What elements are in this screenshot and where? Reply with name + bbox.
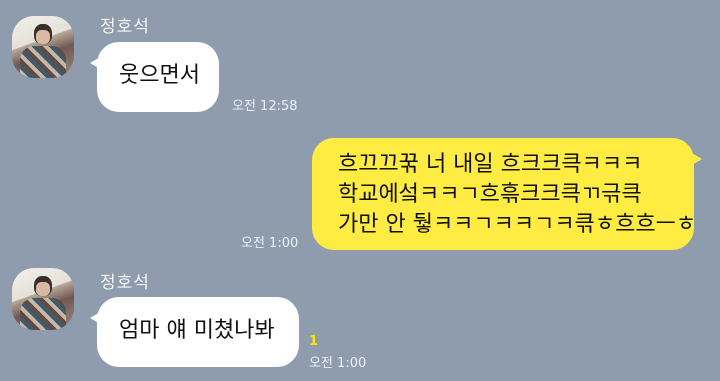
message-text: 웃으면서 [119, 63, 200, 88]
avatar[interactable] [12, 268, 74, 330]
avatar-face [36, 282, 50, 296]
sender-name: 정호석 [100, 273, 150, 293]
sender-name: 정호석 [100, 17, 150, 37]
avatar-body [20, 298, 66, 330]
message-bubble-outgoing[interactable]: 흐끄끄꾺 너 내일 흐크크큭ㅋㅋㅋ 학교에섴ㅋㅋㄱ흐흒크크큭ㄲ귺큭 가만 안 뒇… [312, 138, 702, 250]
message-time: 오전 12:58 [232, 99, 298, 114]
message-line: 학교에섴ㅋㅋㄱ흐흒크크큭ㄲ귺큭 [338, 182, 642, 207]
avatar[interactable] [12, 16, 74, 78]
message-bubble[interactable]: 엄마 얘 미쳤나봐 [90, 297, 299, 367]
avatar-face [36, 30, 50, 44]
message-line: 흐끄끄꾺 너 내일 흐크크큭ㅋㅋㅋ [338, 152, 643, 177]
message-bubble[interactable]: 웃으면서 [90, 42, 219, 112]
avatar-body [20, 46, 66, 78]
message-text: 엄마 얘 미쳤나봐 [119, 318, 275, 343]
message-line: 가만 안 뒇ㅋㅋㄱㅋㅋㄱㅋ큮ㅎ흐흐ㅡㅎ [338, 212, 697, 237]
message-time: 오전 1:00 [309, 356, 367, 371]
message-time: 오전 1:00 [241, 236, 299, 251]
unread-count-badge: 1 [309, 334, 319, 349]
